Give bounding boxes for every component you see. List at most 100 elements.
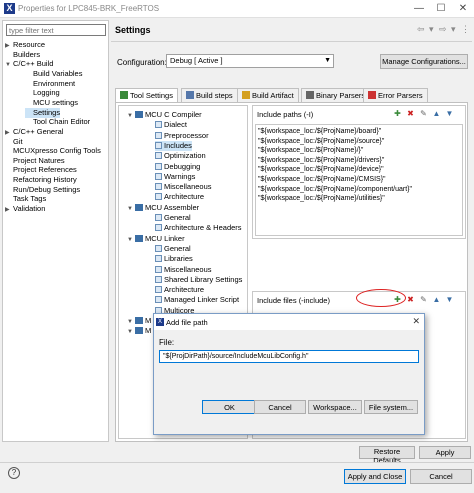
tool-option[interactable]: General	[155, 244, 191, 254]
file-path-input[interactable]: "${ProjDirPath}/source/IncludeMcuLibConf…	[159, 350, 419, 363]
dialog-title: Add file path	[166, 318, 208, 327]
footer-divider	[0, 462, 474, 463]
restore-defaults-button[interactable]: Restore Defaults	[359, 446, 415, 465]
expand-down-icon[interactable]: ▼	[127, 111, 135, 121]
cancel-button[interactable]: Cancel	[410, 469, 472, 484]
nav-item-label: Resource	[13, 40, 46, 49]
filter-input[interactable]	[6, 24, 106, 36]
file-system-button[interactable]: File system...	[364, 400, 418, 414]
help-icon[interactable]: ?	[8, 467, 20, 479]
file-move-up-icon[interactable]: ▲	[432, 295, 441, 304]
nav-item[interactable]: ▶ C/C++ General	[5, 127, 63, 137]
tool-option[interactable]: Warnings	[155, 172, 195, 182]
delete-path-icon[interactable]: ✖	[406, 109, 415, 118]
nav-item[interactable]: Project References	[5, 165, 77, 175]
tool-option[interactable]: Shared Library Settings	[155, 275, 242, 285]
expand-down-icon[interactable]: ▼	[5, 60, 13, 70]
tool-item-label: M	[145, 326, 152, 336]
nav-item[interactable]: MCU settings	[25, 98, 78, 108]
tool-option[interactable]: General	[155, 213, 191, 223]
workspace-button[interactable]: Workspace...	[308, 400, 362, 414]
tool-option[interactable]: Includes	[155, 140, 192, 151]
tool-option[interactable]: Preprocessor	[155, 131, 209, 141]
tool-group-icon	[135, 317, 143, 324]
nav-item[interactable]: ▼ C/C++ Build	[5, 59, 53, 69]
nav-item[interactable]: Builders	[5, 50, 40, 60]
configuration-select[interactable]: Debug [ Active ] ▼	[166, 54, 334, 68]
nav-item[interactable]: Logging	[25, 88, 60, 98]
settings-header: Settings ⇦ ▾ ⇨ ▾ ⋮	[111, 20, 472, 40]
nav-item-label: Builders	[13, 49, 41, 59]
nav-item[interactable]: Build Variables	[25, 69, 82, 79]
delete-file-icon[interactable]: ✖	[406, 295, 415, 304]
include-path-item[interactable]: "${workspace_loc:/${ProjName}/source}"	[258, 137, 384, 146]
tool-option[interactable]: Architecture	[155, 192, 204, 202]
nav-item[interactable]: Project Natures	[5, 156, 65, 166]
dialog-cancel-button[interactable]: Cancel	[254, 400, 306, 414]
include-path-item[interactable]: "${workspace_loc:/${ProjName}/CMSIS}"	[258, 175, 386, 184]
edit-file-icon[interactable]: ✎	[419, 295, 428, 304]
nav-item[interactable]: Run/Debug Settings	[5, 185, 80, 195]
tool-group[interactable]: ▼ M	[127, 326, 151, 336]
view-menu-icon[interactable]: ⋮	[461, 24, 470, 35]
nav-item[interactable]: Refactoring History	[5, 175, 77, 185]
property-nav-pane: ▶ResourceBuilders▼C/C++ BuildBuild Varia…	[2, 20, 109, 442]
ok-button[interactable]: OK	[202, 400, 257, 414]
expand-down-icon[interactable]: ▼	[127, 327, 135, 337]
nav-item[interactable]: MCUXpresso Config Tools	[5, 146, 101, 156]
include-path-item[interactable]: "${workspace_loc:/${ProjName}/utilities}…	[258, 194, 385, 203]
include-path-item[interactable]: "${workspace_loc:/${ProjName}/board}"	[258, 127, 381, 136]
tool-option[interactable]: Architecture	[155, 285, 204, 295]
tool-group[interactable]: ▼ MCU Assembler	[127, 203, 199, 213]
move-down-icon[interactable]: ▼	[445, 109, 454, 118]
edit-path-icon[interactable]: ✎	[419, 109, 428, 118]
tool-option[interactable]: Managed Linker Script	[155, 295, 239, 305]
back-menu-chevron-icon[interactable]: ▾	[429, 24, 434, 35]
expand-right-icon[interactable]: ▶	[5, 205, 13, 215]
tool-option[interactable]: Miscellaneous	[155, 182, 212, 192]
include-path-item[interactable]: "${workspace_loc:/${ProjName}/}"	[258, 146, 363, 155]
chevron-down-icon: ▼	[324, 57, 331, 64]
move-up-icon[interactable]: ▲	[432, 109, 441, 118]
add-path-icon[interactable]: ✚	[393, 109, 402, 118]
dialog-close-icon[interactable]: ✕	[412, 316, 420, 327]
tab-error-parsers[interactable]: Error Parsers	[363, 88, 428, 102]
tab-build-steps[interactable]: Build steps	[181, 88, 238, 102]
forward-menu-chevron-icon[interactable]: ▾	[451, 24, 456, 35]
tab-build-artifact[interactable]: Build Artifact	[237, 88, 299, 102]
expand-down-icon[interactable]: ▼	[127, 235, 135, 245]
back-arrow-icon[interactable]: ⇦	[417, 24, 425, 35]
nav-item[interactable]: Task Tags	[5, 194, 46, 204]
tool-item-label: Shared Library Settings	[164, 274, 243, 284]
include-path-item[interactable]: "${workspace_loc:/${ProjName}/component/…	[258, 185, 412, 194]
tool-group[interactable]: ▼ MCU Linker	[127, 234, 185, 244]
tool-group-icon	[135, 203, 143, 211]
tab-tool-settings[interactable]: Tool Settings	[115, 88, 178, 103]
tool-option[interactable]: Debugging	[155, 162, 200, 172]
close-button[interactable]: ✕	[456, 2, 470, 16]
tool-group[interactable]: ▼ M	[127, 316, 151, 326]
tool-group[interactable]: ▼ MCU C Compiler	[127, 110, 202, 120]
nav-item[interactable]: Git	[5, 137, 23, 147]
nav-item[interactable]: ▶ Resource	[5, 40, 45, 50]
nav-item[interactable]: ▶ Validation	[5, 204, 45, 214]
minimize-button[interactable]: —	[412, 2, 426, 16]
expand-down-icon[interactable]: ▼	[127, 204, 135, 214]
tab-binary-parsers[interactable]: Binary Parsers	[301, 88, 371, 102]
nav-item[interactable]: Tool Chain Editor	[25, 117, 90, 127]
include-path-item[interactable]: "${workspace_loc:/${ProjName}/device}"	[258, 165, 384, 174]
manage-configurations-button[interactable]: Manage Configurations...	[380, 54, 468, 69]
nav-item[interactable]: Settings	[25, 107, 61, 118]
file-move-down-icon[interactable]: ▼	[445, 295, 454, 304]
tool-option[interactable]: Dialect	[155, 120, 187, 130]
forward-arrow-icon[interactable]: ⇨	[439, 24, 447, 35]
maximize-button[interactable]: ☐	[434, 2, 448, 16]
tool-option[interactable]: Libraries	[155, 254, 193, 264]
apply-button[interactable]: Apply	[419, 446, 471, 459]
nav-item[interactable]: Environment	[25, 79, 75, 89]
tool-option[interactable]: Miscellaneous	[155, 265, 212, 275]
apply-and-close-button[interactable]: Apply and Close	[344, 469, 406, 484]
include-path-item[interactable]: "${workspace_loc:/${ProjName}/drivers}"	[258, 156, 384, 165]
tool-option[interactable]: Optimization	[155, 151, 206, 161]
tool-option[interactable]: Architecture & Headers	[155, 223, 242, 233]
